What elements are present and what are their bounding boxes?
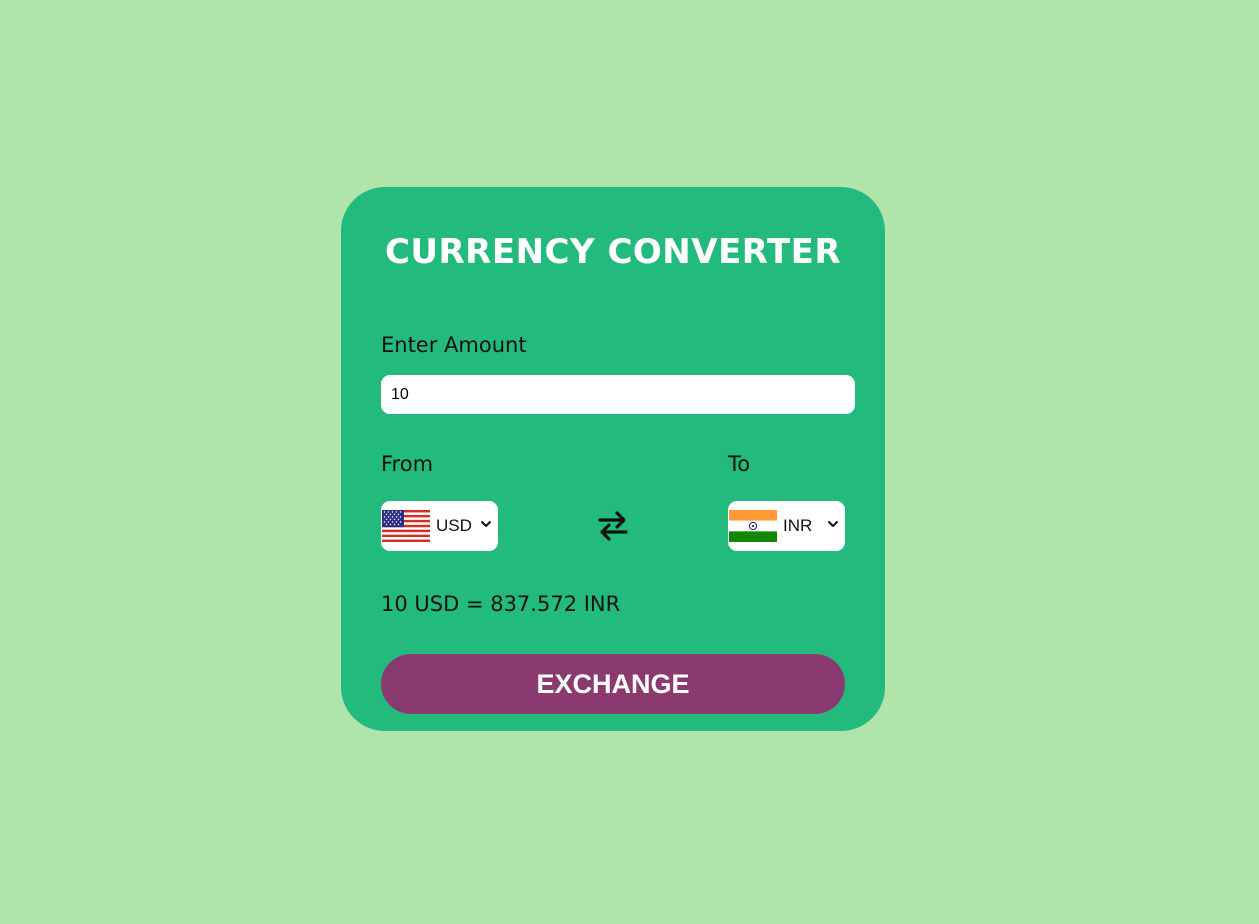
to-currency-code: INR: [783, 516, 813, 535]
to-currency-select[interactable]: INR: [728, 501, 845, 551]
chevron-down-icon: [828, 521, 838, 527]
to-label: To: [728, 452, 751, 476]
from-label: From: [381, 452, 434, 476]
us-flag-icon: [382, 510, 430, 542]
swap-arrows-icon[interactable]: [596, 509, 630, 543]
from-currency-select[interactable]: USD: [381, 501, 498, 551]
conversion-result: 10 USD = 837.572 INR: [381, 592, 621, 616]
from-currency-code: USD: [436, 516, 472, 535]
page-title: CURRENCY CONVERTER: [384, 232, 842, 272]
india-flag-icon: [729, 510, 777, 542]
chevron-down-icon: [481, 521, 491, 527]
amount-label: Enter Amount: [381, 333, 527, 357]
exchange-button[interactable]: EXCHANGE: [381, 654, 845, 714]
amount-input[interactable]: [381, 375, 855, 414]
